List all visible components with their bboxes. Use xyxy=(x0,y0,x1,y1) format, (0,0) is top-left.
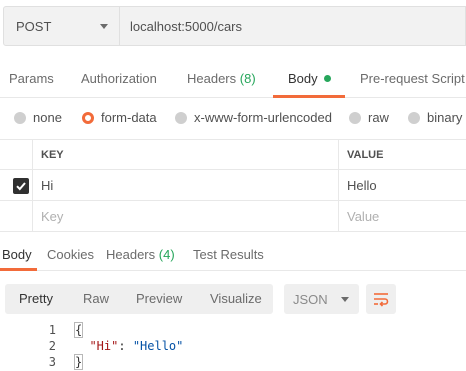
radio-none-label: none xyxy=(33,110,62,125)
response-tab-cookies-label: Cookies xyxy=(47,247,94,262)
code-line: 2 "Hi": "Hello" xyxy=(0,338,466,354)
method-select[interactable]: POST xyxy=(3,6,120,46)
row-value-input[interactable]: Hello xyxy=(339,170,466,200)
radio-raw[interactable]: raw xyxy=(349,110,389,125)
response-active-tab-underline xyxy=(0,268,37,271)
new-value-input[interactable]: Value xyxy=(339,201,466,231)
radio-x-www-form-urlencoded[interactable]: x-www-form-urlencoded xyxy=(175,110,332,125)
column-header-value: VALUE xyxy=(347,148,384,161)
close-brace: } xyxy=(73,354,84,370)
json-value: "Hello" xyxy=(132,339,184,353)
response-tab-headers[interactable]: Headers (4) xyxy=(106,247,175,262)
tab-authorization[interactable]: Authorization xyxy=(81,71,157,86)
tab-authorization-label: Authorization xyxy=(81,71,157,86)
line-number: 1 xyxy=(48,323,56,337)
url-text: localhost:5000/cars xyxy=(130,18,243,34)
radio-circle xyxy=(175,111,187,124)
response-tab-body[interactable]: Body xyxy=(2,247,32,262)
radio-circle xyxy=(14,111,26,124)
response-body-code: 1 { 2 "Hi": "Hello" 3 } xyxy=(0,322,466,370)
radio-circle xyxy=(408,111,420,124)
view-pretty-button[interactable]: Pretty xyxy=(19,291,53,306)
open-brace: { xyxy=(73,322,84,338)
radio-form-data-label: form-data xyxy=(101,110,157,125)
chevron-down-icon xyxy=(341,297,349,302)
radio-binary[interactable]: binary xyxy=(408,110,462,125)
active-tab-underline xyxy=(273,95,345,98)
wrap-lines-button[interactable] xyxy=(366,284,396,314)
chevron-down-icon xyxy=(100,24,108,29)
tab-params-label: Params xyxy=(9,71,54,86)
view-raw-button[interactable]: Raw xyxy=(83,291,109,306)
tab-headers[interactable]: Headers (8) xyxy=(187,71,256,86)
row-key-input[interactable]: Hi xyxy=(33,170,339,200)
radio-none[interactable]: none xyxy=(14,110,62,125)
radio-circle xyxy=(349,111,361,124)
row-enabled-checkbox[interactable] xyxy=(13,178,29,194)
code-line: 1 { xyxy=(0,322,466,338)
tab-headers-count: (8) xyxy=(239,71,256,86)
response-tab-cookies[interactable]: Cookies xyxy=(47,247,94,262)
tab-headers-label: Headers xyxy=(187,71,237,86)
radio-binary-label: binary xyxy=(427,110,463,125)
column-header-key: KEY xyxy=(33,140,339,169)
response-tab-test-results-label: Test Results xyxy=(193,247,264,262)
json-key: "Hi" xyxy=(89,339,119,353)
code-text: { xyxy=(73,322,84,338)
url-input[interactable]: localhost:5000/cars xyxy=(120,6,466,46)
response-tab-test-results[interactable]: Test Results xyxy=(193,247,264,262)
format-label: JSON xyxy=(293,291,328,307)
code-line: 3 } xyxy=(0,354,466,370)
radio-circle-selected xyxy=(82,111,94,124)
code-text: } xyxy=(73,354,84,370)
form-data-table: KEY VALUE Hi Hello Key Value xyxy=(0,139,466,232)
code-text: "Hi": "Hello" xyxy=(75,338,183,354)
checkmark-icon xyxy=(16,182,26,191)
view-visualize-button[interactable]: Visualize xyxy=(210,291,262,306)
wrap-lines-icon xyxy=(374,293,389,307)
new-key-input[interactable]: Key xyxy=(33,201,339,231)
tab-pre-request-script[interactable]: Pre-request Script xyxy=(360,71,465,86)
tab-pre-request-script-label: Pre-request Script xyxy=(360,71,465,86)
tab-body-label: Body xyxy=(288,71,318,86)
line-number: 3 xyxy=(48,355,56,369)
row-check-cell xyxy=(0,201,33,231)
body-indicator-dot xyxy=(323,75,331,82)
header-check-cell xyxy=(0,140,33,169)
radio-form-data[interactable]: form-data xyxy=(82,110,157,125)
table-row: Hi Hello xyxy=(0,170,466,201)
radio-x-www-form-urlencoded-label: x-www-form-urlencoded xyxy=(194,110,332,125)
json-colon: : xyxy=(118,339,133,353)
radio-raw-label: raw xyxy=(368,110,389,125)
row-check-cell xyxy=(0,170,33,200)
view-mode-group: Pretty Raw Preview Visualize xyxy=(5,284,273,314)
body-type-selector: none form-data x-www-form-urlencoded raw… xyxy=(0,108,466,130)
response-toolbar: Pretty Raw Preview Visualize JSON xyxy=(5,284,466,314)
table-row-new: Key Value xyxy=(0,201,466,232)
view-preview-button[interactable]: Preview xyxy=(136,291,182,306)
request-url-bar: POST localhost:5000/cars xyxy=(3,6,466,46)
response-tabs: Body Cookies Headers (4) Test Results xyxy=(0,240,466,271)
format-select[interactable]: JSON xyxy=(284,284,359,314)
request-tabs: Params Authorization Headers (8) Body Pr… xyxy=(0,62,466,98)
response-tab-body-label: Body xyxy=(2,247,32,262)
method-label: POST xyxy=(16,18,52,34)
table-header-row: KEY VALUE xyxy=(0,139,466,170)
tab-body[interactable]: Body xyxy=(288,71,331,86)
response-tab-headers-label: Headers xyxy=(106,247,156,262)
tab-params[interactable]: Params xyxy=(9,71,54,86)
response-tab-headers-count: (4) xyxy=(158,247,175,262)
line-number: 2 xyxy=(48,339,56,353)
